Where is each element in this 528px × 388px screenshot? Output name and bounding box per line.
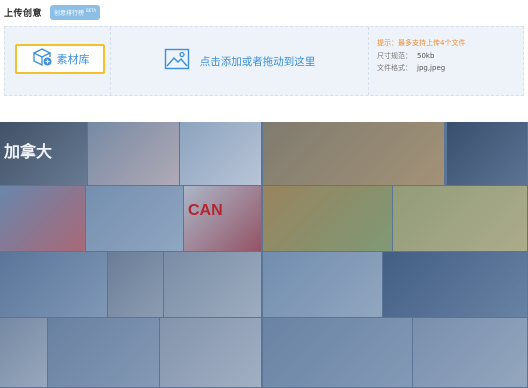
upload-tip: 提示：最多支持上传4个文件 [377, 39, 466, 47]
material-library-button[interactable]: 素材库 [15, 44, 105, 74]
canada-flag-wave-tile[interactable] [0, 186, 85, 251]
tile-overlay [0, 186, 85, 251]
format-row: 文件格式： jpg,jpeg [377, 64, 521, 73]
canada-flag-pole-tile[interactable] [180, 122, 261, 185]
tile-overlay [88, 122, 179, 185]
size-label: 尺寸规范： [377, 52, 412, 60]
tile-overlay [383, 252, 527, 317]
beta-tag: BETA [85, 7, 97, 13]
canada-flag-tile[interactable] [88, 122, 179, 185]
canada-text-tile[interactable]: CAN [184, 186, 261, 251]
boys-portrait-tile[interactable] [108, 252, 163, 317]
library-box-icon [31, 47, 53, 71]
tile-overlay [263, 186, 392, 251]
arrows-graph-tile[interactable] [263, 186, 392, 251]
upload-creative-title: 上传创意 [4, 8, 43, 19]
drop-label: 点击添加或者拖动到这里 [199, 55, 316, 68]
tile-overlay [263, 122, 444, 185]
tile-overlay [263, 318, 412, 387]
format-value: jpg,jpeg [417, 64, 446, 72]
creative-ranking-badge[interactable]: 创意排行榜 BETA [50, 4, 101, 20]
format-label: 文件格式： [377, 64, 412, 72]
canada-sign-tile[interactable]: 加拿大 [0, 122, 87, 185]
image-placeholder-icon [164, 48, 190, 74]
hiker-mountain-tile[interactable] [263, 252, 382, 317]
tile-overlay [0, 252, 107, 317]
tile-overlay [180, 122, 261, 185]
girls-group-tile[interactable] [0, 318, 47, 387]
tile-overlay [447, 122, 527, 185]
cyclist-road-tile[interactable] [263, 318, 412, 387]
library-zone: 素材库 [5, 27, 111, 95]
classroom-girls-tile[interactable] [0, 252, 107, 317]
tile-overlay [393, 186, 527, 251]
tile-overlay [108, 252, 163, 317]
city-skyline-tile[interactable] [86, 186, 183, 251]
tile-overlay [160, 318, 261, 387]
mountain-peak-tile[interactable] [383, 252, 527, 317]
tile-overlay [48, 318, 159, 387]
money-coins-tile[interactable] [263, 122, 444, 185]
tile-overlay [0, 318, 47, 387]
tile-overlay [263, 252, 382, 317]
finance-chart-tile[interactable] [447, 122, 527, 185]
kids-science-tile[interactable] [48, 318, 159, 387]
creative-ranking-label: 创意排行榜 [54, 9, 85, 17]
tile-overlay [164, 252, 261, 317]
tile-caption: 加拿大 [4, 144, 53, 161]
tile-overlay [413, 318, 527, 387]
upload-info: 提示：最多支持上传4个文件 尺寸规范： 50kb 文件格式： jpg,jpeg [377, 39, 521, 76]
size-value: 50kb [417, 52, 435, 60]
file-drop-zone[interactable]: 点击添加或者拖动到这里 [111, 27, 369, 95]
material-library-label: 素材库 [56, 53, 90, 66]
size-row: 尺寸规范： 50kb [377, 52, 521, 61]
image-gallery: 加拿大 CAN [0, 122, 528, 388]
smiling-girl-tile[interactable] [160, 318, 261, 387]
upload-panel: 素材库 点击添加或者拖动到这里 提示：最多支持上传4个文件 尺寸规范： 50kb… [4, 26, 524, 96]
students-class-tile[interactable] [164, 252, 261, 317]
page-header: 上传创意 创意排行榜 BETA [4, 4, 101, 20]
tile-overlay [86, 186, 183, 251]
car-road-tile[interactable] [413, 318, 527, 387]
tile-caption: CAN [188, 202, 223, 219]
coins-stack-tile[interactable] [393, 186, 527, 251]
